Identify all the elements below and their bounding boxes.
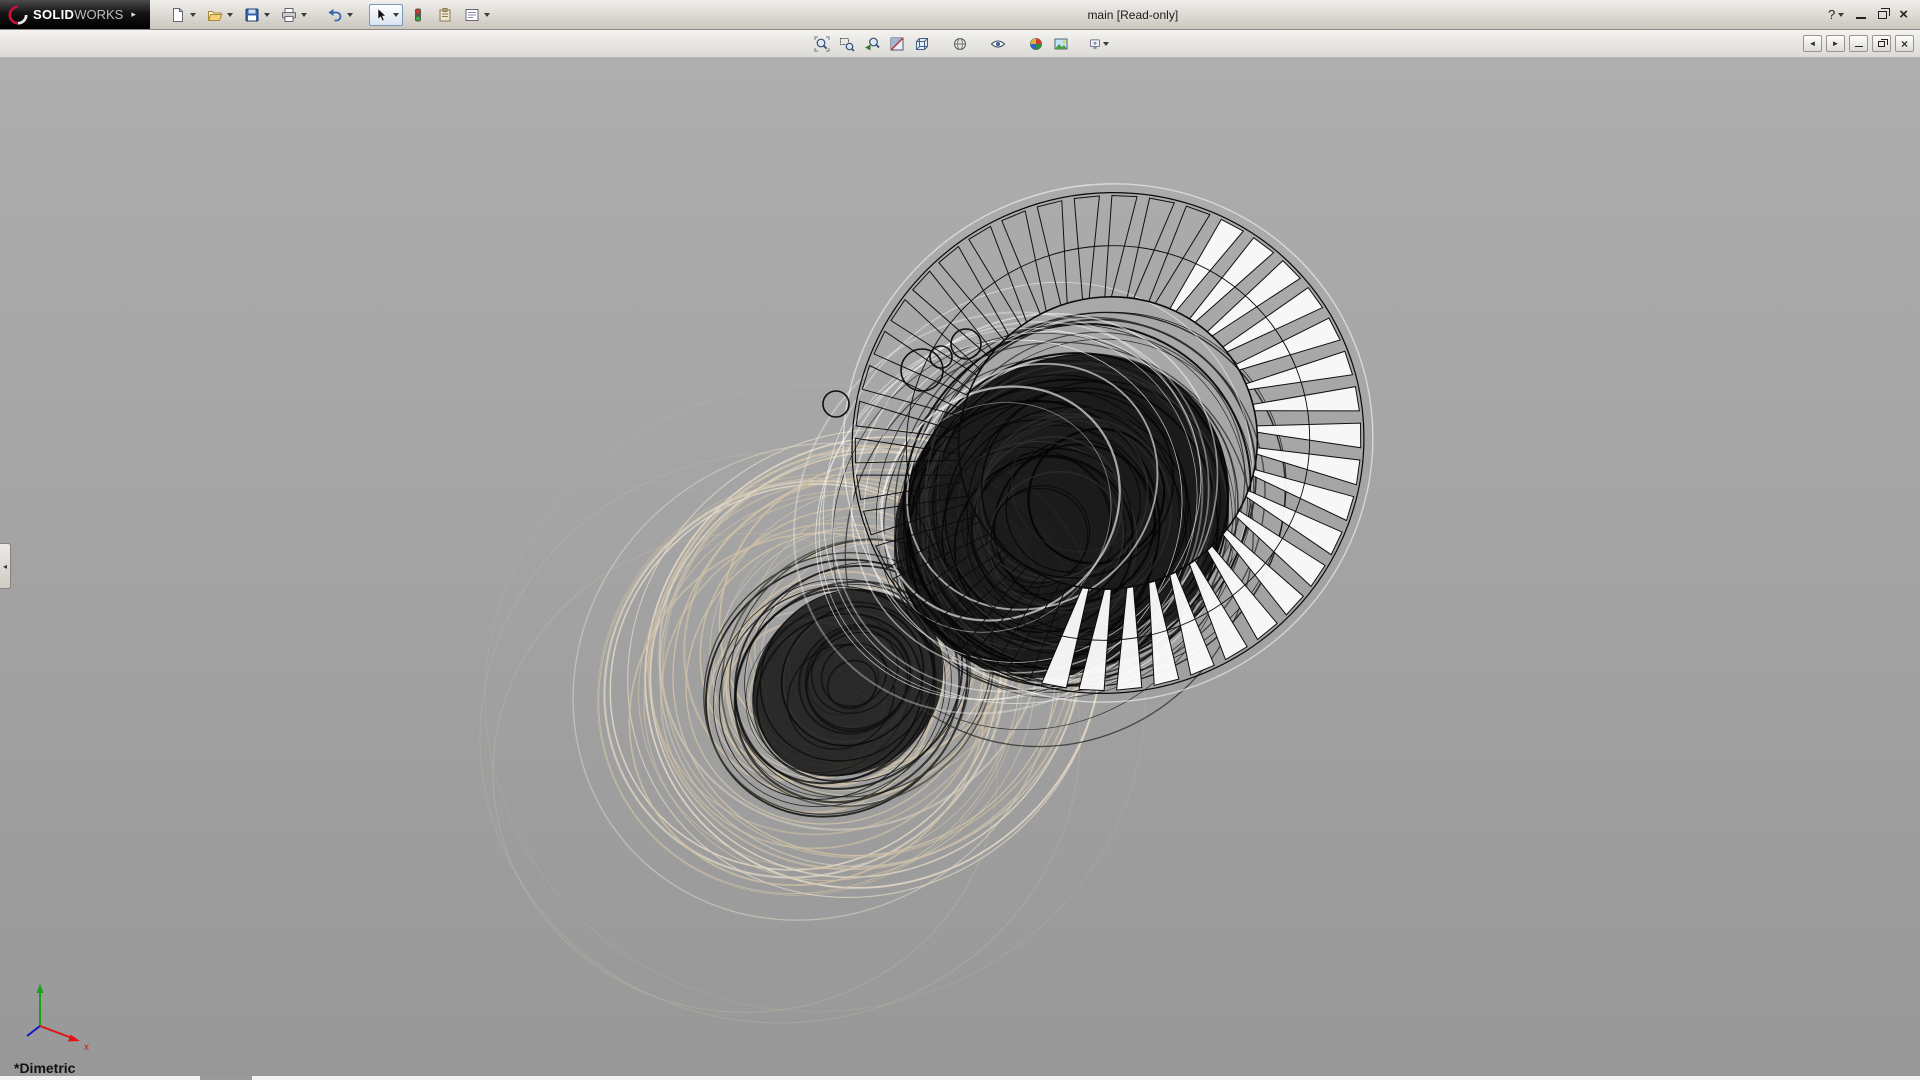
solidworks-logo-icon [8, 5, 28, 25]
restore-icon [1878, 11, 1887, 19]
close-document-button[interactable]: × [1895, 35, 1914, 52]
solidworks-menu-button[interactable]: SOLIDWORKS ▸ [0, 0, 150, 29]
zoom-to-fit-icon [814, 36, 830, 52]
undo-icon [327, 7, 343, 23]
chevron-down-icon[interactable] [227, 13, 233, 17]
design-library-button[interactable] [433, 4, 457, 26]
appearance-ball-icon [1028, 36, 1044, 52]
new-document-icon [170, 7, 186, 23]
apply-scene-icon [1053, 36, 1069, 52]
save-floppy-icon [244, 7, 260, 23]
print-icon [281, 7, 297, 23]
titlebar: SOLIDWORKS ▸ [0, 0, 1920, 30]
window-title: main [Read-only] [1087, 8, 1178, 22]
arrow-right-icon: ► [1832, 39, 1840, 48]
brand-text-works: WORKS [74, 7, 123, 22]
menu-expand-icon[interactable]: ▸ [131, 9, 136, 20]
triad-z-axis [27, 1026, 40, 1036]
minimize-icon [1856, 10, 1866, 19]
main-toolbar [150, 4, 494, 26]
print-button[interactable] [277, 4, 311, 26]
previous-document-button[interactable]: ◄ [1803, 35, 1822, 52]
zoom-to-area-icon [839, 36, 855, 52]
triad-x-axis [40, 1026, 72, 1038]
restore-document-button[interactable] [1872, 35, 1891, 52]
window-controls: ? × [1828, 7, 1920, 22]
apply-scene-button[interactable] [1050, 33, 1072, 55]
viewport[interactable]: ◂ x *Dimetric [0, 58, 1920, 1076]
previous-view-icon [864, 36, 880, 52]
featuremanager-collapsed-tab[interactable]: ◂ [0, 543, 11, 589]
zoom-to-area-button[interactable] [836, 33, 858, 55]
chevron-down-icon[interactable] [484, 13, 490, 17]
restore-button[interactable] [1878, 11, 1887, 19]
orientation-triad: x [16, 976, 100, 1052]
triad-y-arrowhead [37, 984, 44, 993]
section-view-icon [889, 36, 905, 52]
chevron-down-icon[interactable] [301, 13, 307, 17]
select-button[interactable] [369, 4, 403, 26]
statusbar-sliver [0, 1076, 1920, 1080]
display-style-icon [952, 36, 968, 52]
triad-x-label: x [84, 1042, 89, 1052]
model-wireframe [0, 58, 1920, 1076]
close-button[interactable]: × [1899, 7, 1908, 22]
section-view-button[interactable] [886, 33, 908, 55]
close-icon: × [1899, 7, 1908, 22]
next-document-button[interactable]: ► [1826, 35, 1845, 52]
options-button[interactable] [460, 4, 494, 26]
options-sheet-icon [464, 7, 480, 23]
close-icon: × [1901, 38, 1908, 50]
view-orientation-button[interactable] [911, 33, 933, 55]
zoom-to-fit-button[interactable] [811, 33, 833, 55]
minimize-button[interactable] [1856, 10, 1866, 19]
help-icon: ? [1828, 7, 1835, 22]
edit-appearance-button[interactable] [1025, 33, 1047, 55]
eye-icon [990, 36, 1006, 52]
chevron-down-icon[interactable] [1838, 13, 1844, 17]
arrow-left-icon: ◄ [1809, 39, 1817, 48]
open-button[interactable] [203, 4, 237, 26]
undo-button[interactable] [323, 4, 357, 26]
view-settings-icon [1089, 36, 1101, 52]
brand-text-solid: SOLID [33, 7, 74, 22]
view-orientation-label: *Dimetric [14, 1060, 75, 1076]
document-window-controls: ◄ ► × [1803, 30, 1914, 57]
previous-view-button[interactable] [861, 33, 883, 55]
triad-x-arrowhead [68, 1035, 80, 1042]
view-orientation-cube-icon [914, 36, 930, 52]
restore-icon [1878, 41, 1885, 47]
chevron-down-icon[interactable] [264, 13, 270, 17]
chevron-down-icon[interactable] [190, 13, 196, 17]
select-cursor-icon [373, 7, 389, 23]
minimize-icon [1855, 40, 1863, 47]
headsup-row: ◄ ► × [0, 30, 1920, 58]
display-style-button[interactable] [949, 33, 971, 55]
chevron-down-icon[interactable] [347, 13, 353, 17]
help-button[interactable]: ? [1828, 7, 1844, 22]
statusbar-segment [200, 1076, 252, 1080]
new-document-button[interactable] [166, 4, 200, 26]
view-settings-button[interactable] [1088, 33, 1110, 55]
save-button[interactable] [240, 4, 274, 26]
chevron-down-icon[interactable] [393, 13, 399, 17]
minimize-document-button[interactable] [1849, 35, 1868, 52]
selection-filter-icon [410, 7, 426, 23]
hide-show-items-button[interactable] [987, 33, 1009, 55]
solidworks-window: SOLIDWORKS ▸ [0, 0, 1920, 1080]
headsup-toolbar [811, 33, 1110, 55]
chevron-down-icon[interactable] [1103, 42, 1109, 46]
collapse-arrow-icon: ◂ [3, 562, 7, 571]
design-library-icon [437, 7, 453, 23]
open-folder-icon [207, 7, 223, 23]
selection-filter-button[interactable] [406, 4, 430, 26]
